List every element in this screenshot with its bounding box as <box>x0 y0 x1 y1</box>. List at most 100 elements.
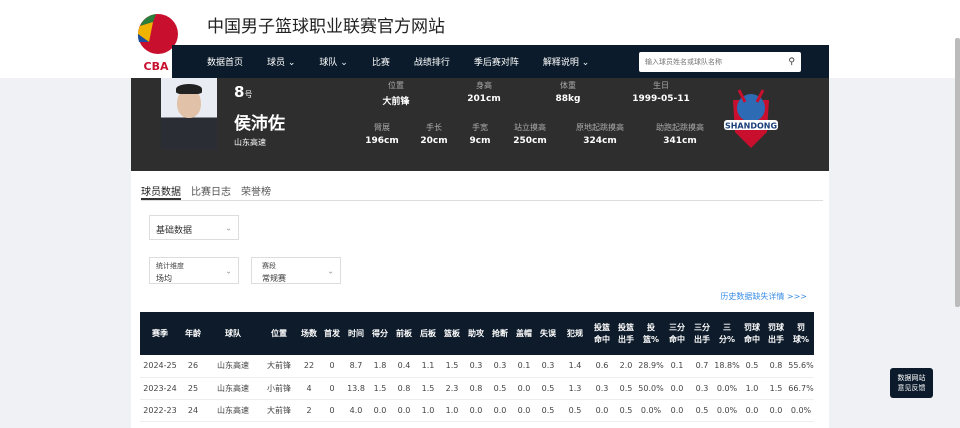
table-cell: 0.0 <box>664 377 690 400</box>
nav-players[interactable]: 球员 ⌄ <box>267 55 295 68</box>
table-cell: 4 <box>298 377 320 400</box>
table-cell: 50.0% <box>638 377 664 400</box>
column-header[interactable]: 年龄 <box>180 312 206 355</box>
column-header[interactable]: 前板 <box>392 312 416 355</box>
stage-select[interactable]: 赛段 常规赛 ⌄ <box>251 257 341 284</box>
table-cell: 2 <box>298 399 320 422</box>
table-cell: 4.0 <box>344 399 368 422</box>
column-header[interactable]: 球队 <box>206 312 260 355</box>
table-cell: 0.5 <box>690 399 714 422</box>
nav-teams[interactable]: 球队 ⌄ <box>319 55 347 68</box>
column-header[interactable]: 助攻 <box>464 312 488 355</box>
nav-standings[interactable]: 战绩排行 <box>414 55 450 68</box>
column-header[interactable]: 后板 <box>416 312 440 355</box>
table-cell: 25 <box>180 377 206 400</box>
table-cell: 0.7 <box>690 355 714 378</box>
column-header[interactable]: 篮板 <box>440 312 464 355</box>
chevron-down-icon: ⌄ <box>225 266 232 275</box>
table-cell: 0.8 <box>464 377 488 400</box>
stats-table: 赛季 年龄 球队 位置 场数 首发 时间 得分 前板 后板 篮板 助攻 抢断 盖帽 失误 犯规 投篮命中 投篮出手… <box>140 312 814 422</box>
table-cell: 1.0 <box>440 399 464 422</box>
table-cell: 0.0 <box>512 377 536 400</box>
player-team[interactable]: 山东高速 <box>234 137 266 148</box>
tab-player-data[interactable]: 球员数据 <box>141 183 181 200</box>
table-cell: 山东高速 <box>206 399 260 422</box>
table-cell: 0.0 <box>740 399 764 422</box>
table-cell: 26 <box>180 355 206 378</box>
column-header[interactable]: 罚球出手 <box>764 312 788 355</box>
column-header[interactable]: 位置 <box>260 312 298 355</box>
table-cell: 18.8% <box>714 355 740 378</box>
column-header[interactable]: 犯规 <box>560 312 590 355</box>
column-header[interactable]: 罚球命中 <box>740 312 764 355</box>
table-cell: 0.5 <box>488 377 512 400</box>
player-number: 8号 <box>234 83 253 101</box>
history-missing-link[interactable]: 历史数据缺失详情 >>> <box>720 291 807 302</box>
table-cell: 山东高速 <box>206 377 260 400</box>
table-cell: 0.5 <box>614 399 638 422</box>
table-cell: 0.3 <box>690 377 714 400</box>
table-cell: 0.6 <box>590 355 614 378</box>
stat-birthday: 生日 1999-05-11 <box>632 81 690 104</box>
table-cell: 0.0 <box>512 399 536 422</box>
table-cell: 1.5 <box>764 377 788 400</box>
table-cell: 0.0 <box>368 399 392 422</box>
column-header[interactable]: 赛季 <box>140 312 180 355</box>
table-cell: 0.8 <box>392 377 416 400</box>
table-row: 2022-23 24 山东高速 大前锋 2 0 4.0 0.0 0.0 1.0 1.0 0.0 0.0 0… <box>140 399 814 422</box>
nav-explanation[interactable]: 解释说明 ⌄ <box>543 55 589 68</box>
team-logo: SHANDONG <box>724 89 778 148</box>
table-cell: 0 <box>320 377 344 400</box>
column-header[interactable]: 盖帽 <box>512 312 536 355</box>
column-header[interactable]: 三分% <box>714 312 740 355</box>
tab-honors[interactable]: 荣誉榜 <box>241 183 271 200</box>
feedback-button[interactable]: 数据网站 意见反馈 <box>890 368 933 398</box>
table-cell: 0.3 <box>536 355 560 378</box>
search-box: ⚲ <box>639 52 801 72</box>
table-cell: 0.3 <box>488 355 512 378</box>
column-header[interactable]: 失误 <box>536 312 560 355</box>
column-header[interactable]: 三分命中 <box>664 312 690 355</box>
table-cell: 28.9% <box>638 355 664 378</box>
search-icon[interactable]: ⚲ <box>788 57 795 67</box>
table-cell: 0.0 <box>392 399 416 422</box>
dimension-select[interactable]: 统计维度 场均 ⌄ <box>149 257 239 284</box>
tab-game-log[interactable]: 比赛日志 <box>191 183 231 200</box>
player-photo <box>161 78 217 150</box>
stat-standing-reach: 站立摸高 250cm <box>513 123 547 146</box>
table-cell: 0 <box>320 355 344 378</box>
nav-data-home[interactable]: 数据首页 <box>207 55 243 68</box>
table-cell: 0.0 <box>764 399 788 422</box>
table-cell: 1.3 <box>560 377 590 400</box>
table-cell: 0.0 <box>664 399 690 422</box>
column-header[interactable]: 三分出手 <box>690 312 714 355</box>
column-header[interactable]: 场数 <box>298 312 320 355</box>
column-header[interactable]: 投篮命中 <box>590 312 614 355</box>
column-header[interactable]: 首发 <box>320 312 344 355</box>
stat-standing-vertical: 原地起跳摸高 324cm <box>576 123 624 146</box>
svg-text:CBA: CBA <box>144 60 169 73</box>
table-cell: 1.4 <box>560 355 590 378</box>
data-type-select[interactable]: 基础数据 ⌄ <box>149 215 239 240</box>
search-input[interactable] <box>645 58 775 66</box>
nav-games[interactable]: 比赛 <box>372 55 390 68</box>
column-header[interactable]: 罚球% <box>788 312 814 355</box>
column-header[interactable]: 得分 <box>368 312 392 355</box>
table-row: 2024-25 26 山东高速 大前锋 22 0 8.7 1.8 0.4 1.1 1.5 0.3 0.3… <box>140 355 814 378</box>
player-name: 侯沛佐 <box>234 114 285 134</box>
table-cell: 66.7% <box>788 377 814 400</box>
table-cell: 24 <box>180 399 206 422</box>
stat-running-vertical: 助跑起跳摸高 341cm <box>656 123 704 146</box>
scrollbar[interactable] <box>955 38 960 307</box>
table-cell: 1.8 <box>368 355 392 378</box>
table-cell: 0.4 <box>392 355 416 378</box>
column-header[interactable]: 时间 <box>344 312 368 355</box>
table-cell: 8.7 <box>344 355 368 378</box>
column-header[interactable]: 投篮出手 <box>614 312 638 355</box>
table-cell: 0.5 <box>614 377 638 400</box>
column-header[interactable]: 抢断 <box>488 312 512 355</box>
nav-playoffs[interactable]: 季后赛对阵 <box>474 55 519 68</box>
table-cell: 0.5 <box>536 399 560 422</box>
table-cell: 0.3 <box>590 377 614 400</box>
column-header[interactable]: 投篮% <box>638 312 664 355</box>
